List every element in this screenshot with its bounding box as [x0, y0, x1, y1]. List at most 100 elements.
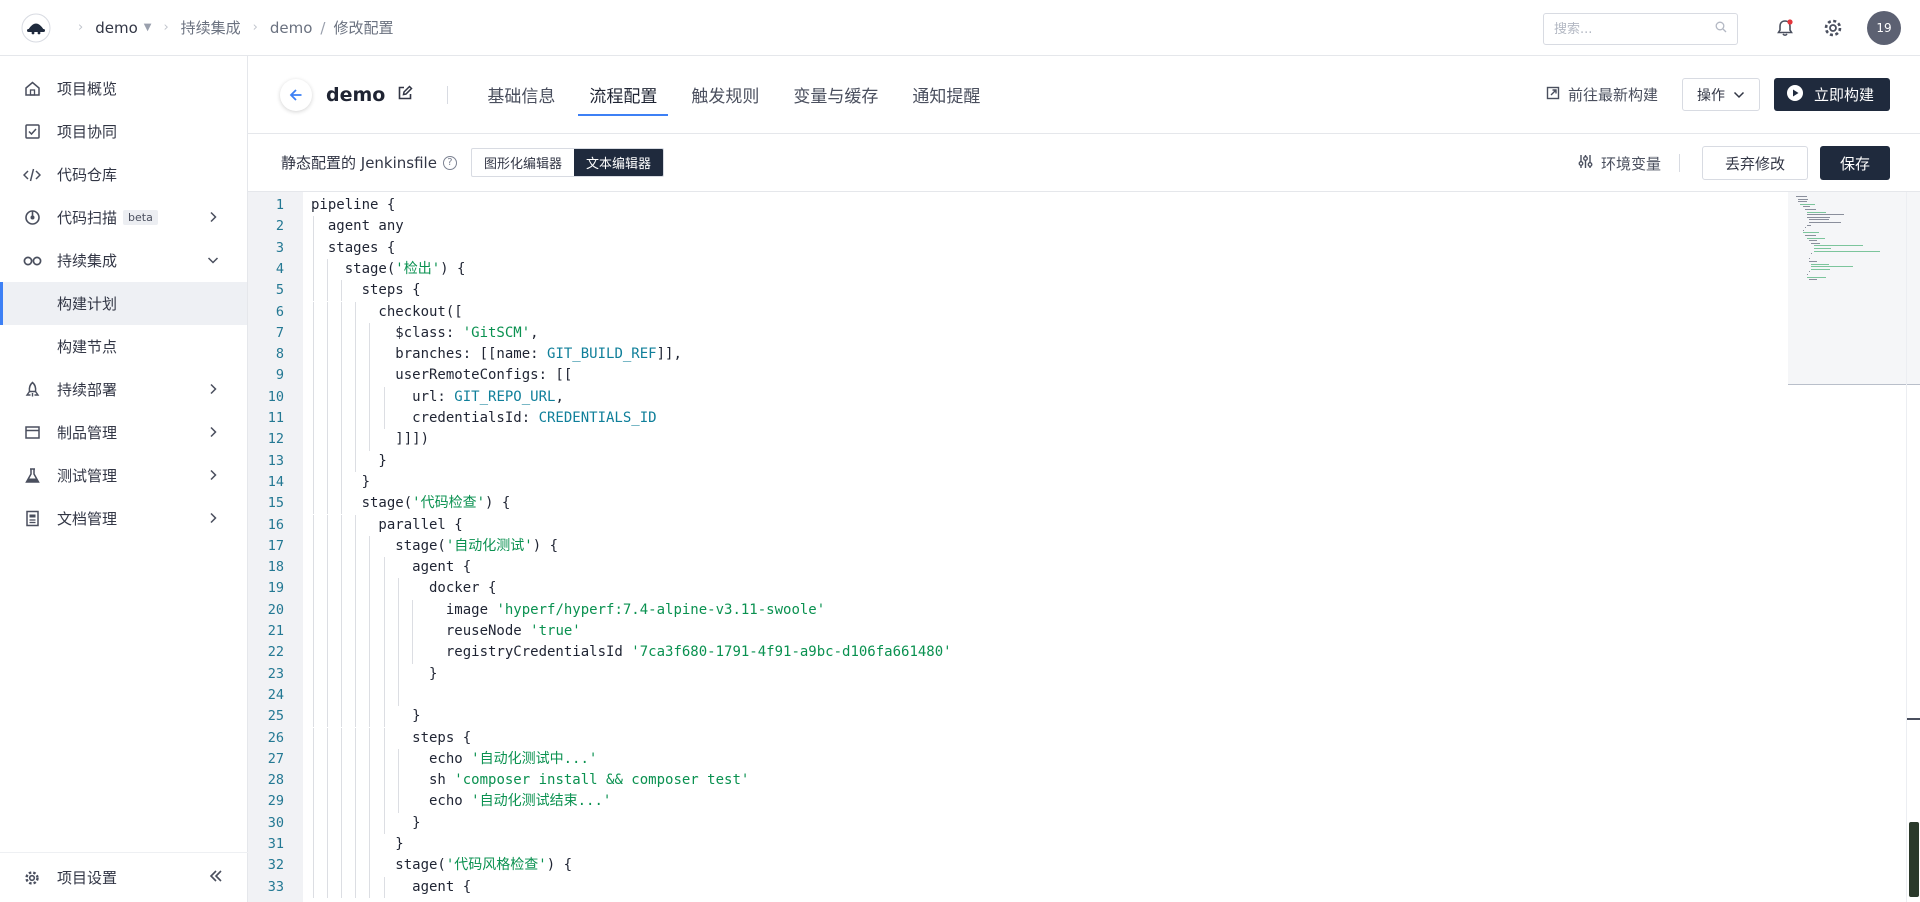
- line-number: 25: [267, 708, 284, 725]
- sidebar-item-repo[interactable]: 代码仓库: [0, 153, 247, 196]
- indent-guide: [327, 514, 329, 536]
- code-line[interactable]: 10 url: GIT_REPO_URL,: [248, 386, 1788, 408]
- code-line[interactable]: 12 ]]]): [248, 429, 1788, 451]
- code-line[interactable]: 15 stage('代码检查') {: [248, 493, 1788, 515]
- indent-guide: [327, 834, 329, 856]
- tab-basic-info[interactable]: 基础信息: [476, 56, 566, 134]
- search-box[interactable]: [1543, 13, 1738, 45]
- code-line[interactable]: 30 }: [248, 812, 1788, 834]
- code-line[interactable]: 14 }: [248, 471, 1788, 494]
- tab-pipeline-config[interactable]: 流程配置: [578, 56, 669, 134]
- code-line[interactable]: 2 agent any: [248, 216, 1788, 238]
- sidebar: 项目概览 项目协同 代码仓库 代码扫描 beta 持续集成 构建计划 构建节点 …: [0, 56, 248, 902]
- code-line[interactable]: 18 agent {: [248, 557, 1788, 579]
- tab-trigger-rules[interactable]: 触发规则: [680, 56, 770, 134]
- search-icon[interactable]: [1715, 21, 1727, 37]
- indent-guide: [369, 621, 371, 643]
- sidebar-item-build-plan[interactable]: 构建计划: [0, 282, 247, 325]
- sidebar-item-docs[interactable]: 文档管理: [0, 497, 247, 540]
- code-line[interactable]: 4 stage('检出') {: [248, 258, 1788, 281]
- code-line[interactable]: 24: [248, 684, 1788, 707]
- graphic-editor-button[interactable]: 图形化编辑器: [472, 149, 574, 176]
- minimap[interactable]: [1788, 192, 1920, 902]
- code-line[interactable]: 7 $class: 'GitSCM',: [248, 322, 1788, 345]
- edit-icon[interactable]: [397, 84, 413, 105]
- indent-guide: [327, 599, 329, 621]
- code-line[interactable]: 33 agent {: [248, 876, 1788, 898]
- sidebar-item-scan[interactable]: 代码扫描 beta: [0, 196, 247, 239]
- code-line[interactable]: 11 credentialsId: CREDENTIALS_ID: [248, 408, 1788, 430]
- code-line[interactable]: 22 registryCredentialsId '7ca3f680-1791-…: [248, 642, 1788, 664]
- vertical-scrollbar[interactable]: [1906, 192, 1920, 902]
- code-line[interactable]: 31 }: [248, 834, 1788, 856]
- code-line[interactable]: 20 image 'hyperf/hyperf:7.4-alpine-v3.11…: [248, 599, 1788, 621]
- latest-build-label: 前往最新构建: [1567, 86, 1658, 104]
- minimap-line: [1809, 261, 1817, 262]
- sidebar-item-label: 制品管理: [57, 424, 118, 442]
- code-line[interactable]: 32 stage('代码风格检查') {: [248, 855, 1788, 877]
- code-line[interactable]: 6 checkout([: [248, 301, 1788, 323]
- code-line[interactable]: 3 stages {: [248, 237, 1788, 259]
- indent-guide: [327, 322, 329, 345]
- search-input[interactable]: [1554, 21, 1704, 37]
- collapse-sidebar-icon[interactable]: [208, 868, 224, 888]
- project-switcher[interactable]: demo ▼: [95, 19, 151, 37]
- operations-dropdown[interactable]: 操作: [1681, 78, 1760, 111]
- code-line[interactable]: 9 userRemoteConfigs: [[: [248, 365, 1788, 387]
- code-line[interactable]: 17 stage('自动化测试') {: [248, 535, 1788, 558]
- scrollbar-thumb[interactable]: [1909, 822, 1919, 897]
- back-button[interactable]: [280, 78, 312, 111]
- indent-guide: [369, 642, 371, 664]
- sidebar-item-deploy[interactable]: 持续部署: [0, 368, 247, 411]
- breadcrumb-demo[interactable]: demo: [270, 19, 313, 37]
- tab-variables-cache[interactable]: 变量与缓存: [782, 56, 889, 134]
- code-line[interactable]: 26 steps {: [248, 727, 1788, 749]
- line-number: 6: [275, 303, 284, 320]
- indent-guide: [355, 429, 357, 451]
- indent-guide: [341, 812, 343, 834]
- code-line[interactable]: 21 reuseNode 'true': [248, 621, 1788, 643]
- code-line[interactable]: 25 }: [248, 706, 1788, 728]
- chevron-right-icon: [205, 467, 221, 483]
- indent-guide: [355, 344, 357, 366]
- sidebar-item-artifacts[interactable]: 制品管理: [0, 411, 247, 454]
- code-line[interactable]: 23 }: [248, 663, 1788, 685]
- code-line[interactable]: 5 steps {: [248, 280, 1788, 302]
- indent-guide: [327, 748, 329, 771]
- sidebar-item-build-nodes[interactable]: 构建节点: [0, 325, 247, 368]
- sidebar-item-testing[interactable]: 测试管理: [0, 454, 247, 497]
- code-line[interactable]: 28 sh 'composer install && composer test…: [248, 770, 1788, 792]
- discard-button[interactable]: 丢弃修改: [1701, 146, 1808, 180]
- minimap-viewport[interactable]: [1788, 192, 1920, 385]
- sidebar-item-overview[interactable]: 项目概览: [0, 67, 247, 110]
- help-icon[interactable]: ?: [442, 155, 457, 170]
- code-line[interactable]: 16 parallel {: [248, 514, 1788, 536]
- avatar[interactable]: 19: [1867, 11, 1901, 45]
- text-editor-button[interactable]: 文本编辑器: [573, 149, 663, 176]
- save-button[interactable]: 保存: [1819, 146, 1890, 180]
- code-area[interactable]: 1 pipeline {2 agent any 3 stages {4 stage(…: [248, 192, 1788, 902]
- bell-icon[interactable]: [1773, 16, 1797, 40]
- code-line[interactable]: 8 branches: [[name: GIT_BUILD_REF]],: [248, 344, 1788, 366]
- line-number: 30: [267, 814, 284, 831]
- breadcrumb-ci[interactable]: 持续集成: [181, 17, 241, 38]
- build-now-button[interactable]: 立即构建: [1773, 78, 1890, 111]
- code-editor[interactable]: 1 pipeline {2 agent any 3 stages {4 stage(…: [248, 192, 1920, 902]
- gear-icon[interactable]: [1821, 16, 1845, 40]
- code-line[interactable]: 27 echo '自动化测试中...': [248, 748, 1788, 771]
- minimap-line: [1807, 214, 1845, 216]
- env-variables-button[interactable]: 环境变量: [1578, 153, 1661, 174]
- minimap-line: [1807, 216, 1831, 218]
- code-line[interactable]: 13 }: [248, 450, 1788, 472]
- logo-icon[interactable]: [18, 10, 54, 46]
- code-line[interactable]: 1 pipeline {: [248, 195, 1788, 216]
- tab-notifications[interactable]: 通知提醒: [901, 56, 991, 134]
- sidebar-item-collab[interactable]: 项目协同: [0, 110, 247, 153]
- latest-build-link[interactable]: 前往最新构建: [1546, 84, 1658, 105]
- code-line[interactable]: 19 docker {: [248, 578, 1788, 600]
- indent-guide: [383, 557, 385, 579]
- code-line[interactable]: 29 echo '自动化测试结束...': [248, 791, 1788, 813]
- minimap-line: [1802, 206, 1811, 208]
- sidebar-item-ci[interactable]: 持续集成: [0, 239, 247, 282]
- sidebar-item-settings[interactable]: 项目设置: [0, 852, 248, 902]
